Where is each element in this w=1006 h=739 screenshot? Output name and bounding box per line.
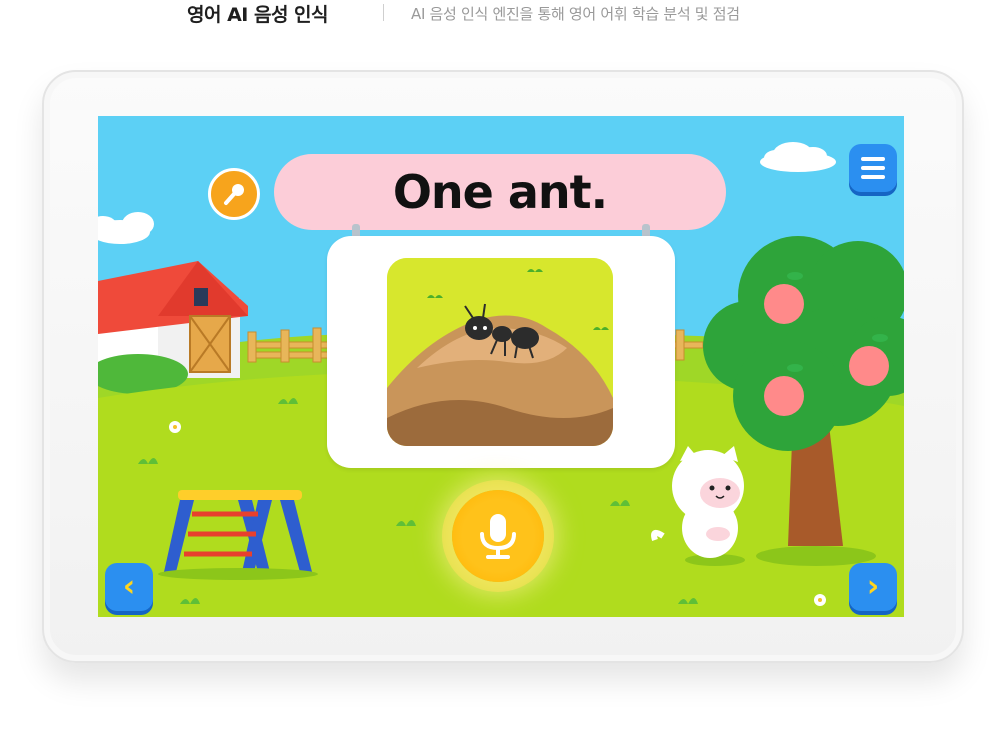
microphone-icon bbox=[480, 514, 516, 559]
chevron-left-icon: ‹ bbox=[122, 569, 136, 604]
word-illustration bbox=[387, 258, 613, 446]
header-divider bbox=[383, 4, 384, 21]
page-header: 영어 AI 음성 인식 AI 음성 인식 엔진을 통해 영어 어휘 학습 분석 … bbox=[0, 0, 1006, 30]
sentence-text: One ant. bbox=[392, 165, 608, 219]
menu-button[interactable] bbox=[849, 144, 897, 192]
feature-description: AI 음성 인식 엔진을 통해 영어 어휘 학습 분석 및 점검 bbox=[411, 5, 740, 23]
hamburger-menu-icon bbox=[861, 157, 885, 161]
sentence-banner: One ant. bbox=[274, 154, 726, 230]
prev-button[interactable]: ‹ bbox=[105, 563, 153, 611]
small-mic-button[interactable] bbox=[208, 168, 260, 220]
chevron-right-icon: › bbox=[866, 569, 880, 604]
next-button[interactable]: › bbox=[849, 563, 897, 611]
word-card bbox=[327, 236, 675, 468]
feature-title: 영어 AI 음성 인식 bbox=[187, 4, 329, 26]
record-button[interactable] bbox=[452, 490, 544, 582]
cloud-left bbox=[98, 212, 154, 244]
cloud-right bbox=[760, 142, 836, 172]
app-screen: One ant. ‹ › bbox=[98, 116, 904, 617]
ant-on-anthill-image bbox=[387, 258, 613, 446]
microphone-icon bbox=[224, 184, 244, 205]
